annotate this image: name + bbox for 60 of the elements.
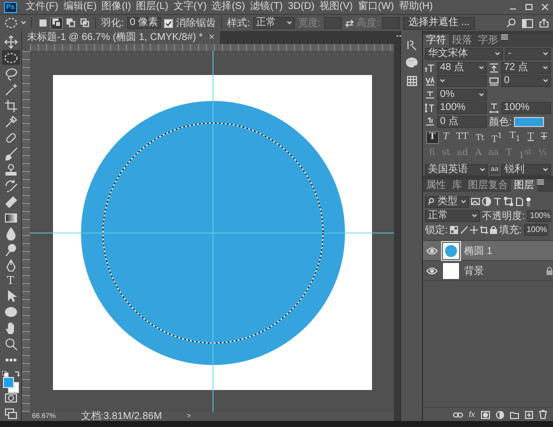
- add-style-button[interactable]: fx: [468, 410, 475, 419]
- menu-item[interactable]: 视图(V): [320, 1, 353, 13]
- text-style-button[interactable]: T: [427, 132, 438, 143]
- menu-item[interactable]: 图像(I): [102, 1, 132, 13]
- tab-close-button[interactable]: ×: [208, 32, 215, 42]
- layer-name: 椭圆 1: [464, 244, 494, 258]
- menu-item[interactable]: 窗口(W): [358, 1, 394, 13]
- font-family-select[interactable]: 华文宋体: [425, 48, 503, 60]
- menu-item[interactable]: 选择(S): [212, 1, 246, 13]
- panel-tab[interactable]: 段落: [449, 34, 475, 47]
- text-style-button[interactable]: T$^{1}$: [490, 130, 504, 146]
- font-size-select[interactable]: 48 点: [437, 62, 487, 74]
- leading-select[interactable]: 72 点: [501, 62, 551, 74]
- blend-mode-select[interactable]: 正常: [425, 210, 480, 222]
- lock-label: 锁定:: [425, 224, 448, 236]
- panel-tab[interactable]: 字符: [423, 34, 449, 47]
- fill-label: 填充:: [498, 224, 522, 236]
- panel-tab[interactable]: 图层: [511, 179, 537, 192]
- menu-item[interactable]: 编辑(E): [63, 1, 97, 13]
- style-label: 样式:: [227, 16, 250, 30]
- antialias-label: 消除锯齿: [176, 16, 216, 30]
- layer-row[interactable]: 椭圆 1: [423, 241, 553, 261]
- text-style-button[interactable]: T: [526, 132, 536, 143]
- text-style-button[interactable]: T: [538, 132, 549, 143]
- horizontal-scale-field[interactable]: 100%: [501, 102, 551, 114]
- opacity-field[interactable]: 100%: [527, 210, 551, 222]
- feather-field[interactable]: 0 像素: [126, 17, 162, 29]
- panel-tab[interactable]: 字形: [475, 34, 501, 47]
- menu-item[interactable]: 帮助(H): [398, 1, 433, 13]
- fill-field[interactable]: 100%: [524, 224, 548, 236]
- feather-label: 羽化:: [101, 17, 124, 30]
- text-style-button[interactable]: T$_{1}$: [508, 131, 522, 144]
- layer-filter-select[interactable]: 类型: [425, 196, 469, 208]
- tsume-select[interactable]: 0%: [437, 88, 487, 101]
- panel-tab[interactable]: 属性: [423, 179, 449, 192]
- antialias-select[interactable]: 锐利: [501, 164, 551, 176]
- document-tab[interactable]: 未标题-1 @ 66.7% (椭圆 1, CMYK/8#) * ×: [22, 31, 220, 44]
- menu-item[interactable]: 图层(L): [136, 1, 168, 13]
- color-label: 颜色:: [489, 116, 512, 129]
- text-style-button[interactable]: T: [440, 132, 451, 143]
- opacity-label: 不透明度:: [482, 210, 525, 222]
- select-and-mask-button[interactable]: 选择并遮住 ...: [403, 16, 475, 30]
- document-size: 文档:3.81M/2.86M: [80, 412, 162, 421]
- text-style-button[interactable]: Tt: [474, 132, 486, 143]
- language-select[interactable]: 美国英语: [425, 164, 488, 176]
- baseline-shift-field[interactable]: 0 点: [437, 116, 487, 128]
- menu-item[interactable]: 3D(D): [288, 1, 315, 13]
- tracking-select[interactable]: 0: [501, 75, 551, 88]
- text-style-button[interactable]: TT: [454, 132, 470, 143]
- type-tool[interactable]: T: [2, 274, 18, 287]
- vertical-scale-field[interactable]: 100%: [437, 102, 487, 114]
- menu-item[interactable]: 滤镜(T): [250, 1, 283, 13]
- style-select[interactable]: 正常: [252, 17, 295, 29]
- layer-name: 背景: [464, 264, 485, 278]
- font-style-select[interactable]: -: [505, 48, 551, 60]
- layer-row[interactable]: 背景: [423, 261, 553, 281]
- panel-tab[interactable]: 图层复合: [465, 179, 511, 192]
- menu-item[interactable]: 文字(Y): [173, 1, 207, 13]
- menu-item[interactable]: 文件(F): [26, 1, 58, 13]
- panel-tab[interactable]: 库: [449, 179, 465, 192]
